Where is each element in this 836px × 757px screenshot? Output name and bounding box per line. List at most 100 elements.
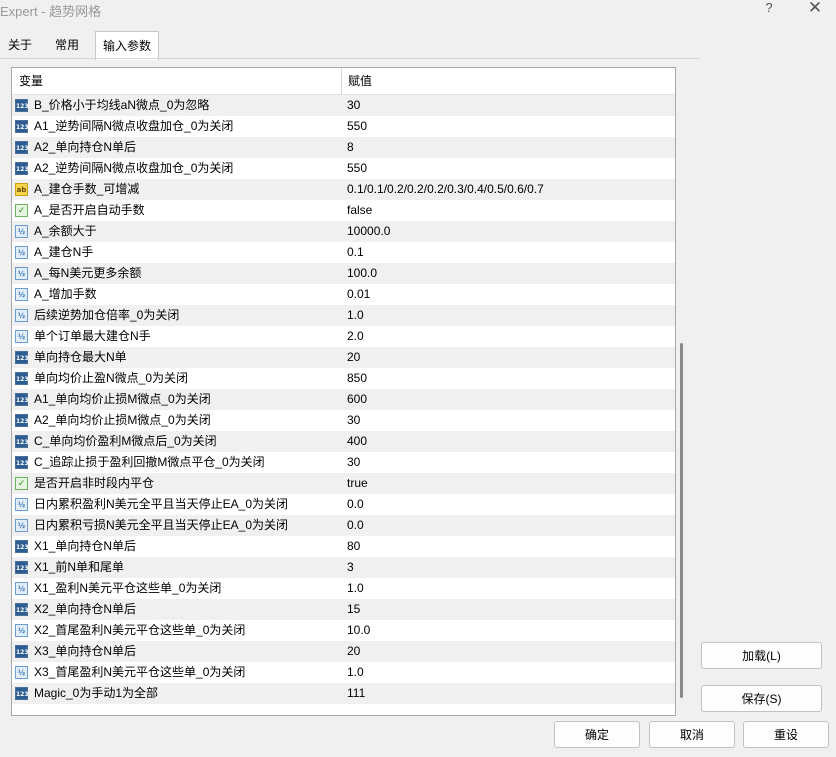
table-row[interactable]: 123 A2_单向持仓N单后 8 [12, 137, 675, 158]
parameter-name: X3_单向持仓N单后 [34, 644, 137, 658]
integer-type-icon: 123 [15, 645, 29, 658]
table-row[interactable]: 123 X1_单向持仓N单后 80 [12, 536, 675, 557]
integer-type-icon: 123 [15, 540, 29, 553]
save-button[interactable]: 保存(S) [701, 685, 822, 712]
parameter-value[interactable]: 10.0 [347, 620, 370, 641]
table-row[interactable]: ½ X2_首尾盈利N美元平仓这些单_0为关闭 10.0 [12, 620, 675, 641]
tab-common[interactable]: 常用 [47, 33, 87, 58]
table-row[interactable]: ½ A_增加手数 0.01 [12, 284, 675, 305]
integer-type-icon: 123 [15, 687, 29, 700]
scrollbar-thumb[interactable] [680, 343, 683, 698]
table-row[interactable]: ½ A_建仓N手 0.1 [12, 242, 675, 263]
parameter-name: X1_盈利N美元平仓这些单_0为关闭 [34, 581, 222, 595]
table-row[interactable]: ½ 后续逆势加仓倍率_0为关闭 1.0 [12, 305, 675, 326]
parameter-value[interactable]: 10000.0 [347, 221, 390, 242]
parameter-value[interactable]: 0.1/0.1/0.2/0.2/0.2/0.3/0.4/0.5/0.6/0.7 [347, 179, 544, 200]
parameter-name: 日内累积盈利N美元全平且当天停止EA_0为关闭 [34, 497, 289, 511]
table-row[interactable]: ½ 日内累积盈利N美元全平且当天停止EA_0为关闭 0.0 [12, 494, 675, 515]
column-header-variable[interactable]: 变量 [19, 68, 43, 94]
parameter-name: X3_首尾盈利N美元平仓这些单_0为关闭 [34, 665, 246, 679]
table-row[interactable]: ½ 单个订单最大建仓N手 2.0 [12, 326, 675, 347]
integer-type-icon: 123 [15, 351, 29, 364]
parameter-value[interactable]: 1.0 [347, 305, 364, 326]
parameter-value[interactable]: 0.01 [347, 284, 370, 305]
parameter-value[interactable]: 2.0 [347, 326, 364, 347]
double-type-icon: ½ [15, 498, 28, 511]
table-row[interactable]: ½ X3_首尾盈利N美元平仓这些单_0为关闭 1.0 [12, 662, 675, 683]
reset-button[interactable]: 重设 [743, 721, 829, 748]
table-row[interactable]: 123 A2_单向均价止损M微点_0为关闭 30 [12, 410, 675, 431]
parameter-name: 单个订单最大建仓N手 [34, 329, 151, 343]
table-row[interactable]: ½ 日内累积亏损N美元全平且当天停止EA_0为关闭 0.0 [12, 515, 675, 536]
ok-button[interactable]: 确定 [554, 721, 640, 748]
table-row[interactable]: 123 C_单向均价盈利M微点后_0为关闭 400 [12, 431, 675, 452]
parameter-value[interactable]: 550 [347, 158, 367, 179]
tab-inputs[interactable]: 输入参数 [95, 31, 159, 60]
parameter-value[interactable]: 3 [347, 557, 354, 578]
table-row[interactable]: ½ A_每N美元更多余额 100.0 [12, 263, 675, 284]
table-row[interactable]: 123 单向均价止盈N微点_0为关闭 850 [12, 368, 675, 389]
parameter-value[interactable]: false [347, 200, 372, 221]
parameter-value[interactable]: 111 [347, 683, 365, 704]
parameter-name: A_建仓N手 [34, 245, 94, 259]
parameters-table[interactable]: 变量 赋值 123 B_价格小于均线aN微点_0为忽略 30 123 A1_逆势间隔N微… [11, 67, 676, 716]
cancel-button[interactable]: 取消 [649, 721, 735, 748]
parameter-value[interactable]: true [347, 473, 368, 494]
integer-type-icon: 123 [15, 162, 29, 175]
table-row[interactable]: 123 X1_前N单和尾单 3 [12, 557, 675, 578]
parameter-name: A1_单向均价止损M微点_0为关闭 [34, 392, 211, 406]
table-row[interactable]: ✓ 是否开启非时段内平仓 true [12, 473, 675, 494]
parameter-value[interactable]: 1.0 [347, 662, 364, 683]
parameter-value[interactable]: 30 [347, 95, 360, 116]
parameter-value[interactable]: 30 [347, 452, 360, 473]
parameter-value[interactable]: 100.0 [347, 263, 377, 284]
string-type-icon: ab [15, 183, 28, 196]
parameter-value[interactable]: 8 [347, 137, 354, 158]
parameter-name: A_建仓手数_可增减 [34, 182, 140, 196]
parameter-value[interactable]: 850 [347, 368, 367, 389]
column-header-value[interactable]: 赋值 [348, 68, 372, 94]
double-type-icon: ½ [15, 267, 28, 280]
double-type-icon: ½ [15, 666, 28, 679]
parameter-value[interactable]: 0.0 [347, 494, 364, 515]
parameter-name: A_增加手数 [34, 287, 97, 301]
table-row[interactable]: 123 A1_单向均价止损M微点_0为关闭 600 [12, 389, 675, 410]
help-button[interactable]: ? [761, 0, 777, 15]
table-row[interactable]: ½ A_余额大于 10000.0 [12, 221, 675, 242]
tab-divider [0, 58, 700, 59]
integer-type-icon: 123 [15, 141, 29, 154]
load-button[interactable]: 加载(L) [701, 642, 822, 669]
double-type-icon: ½ [15, 624, 28, 637]
table-row[interactable]: ½ X1_盈利N美元平仓这些单_0为关闭 1.0 [12, 578, 675, 599]
parameter-value[interactable]: 20 [347, 641, 360, 662]
integer-type-icon: 123 [15, 435, 29, 448]
table-row[interactable]: 123 C_追踪止损于盈利回撤M微点平仓_0为关闭 30 [12, 452, 675, 473]
integer-type-icon: 123 [15, 120, 29, 133]
close-button[interactable]: ✕ [806, 0, 824, 18]
parameter-value[interactable]: 80 [347, 536, 360, 557]
table-row[interactable]: 123 Magic_0为手动1为全部 111 [12, 683, 675, 704]
parameter-value[interactable]: 550 [347, 116, 367, 137]
parameter-value[interactable]: 15 [347, 599, 360, 620]
table-row[interactable]: 123 单向持仓最大N单 20 [12, 347, 675, 368]
table-row[interactable]: 123 B_价格小于均线aN微点_0为忽略 30 [12, 95, 675, 116]
table-row[interactable]: 123 X2_单向持仓N单后 15 [12, 599, 675, 620]
table-row[interactable]: ab A_建仓手数_可增减 0.1/0.1/0.2/0.2/0.2/0.3/0.4/… [12, 179, 675, 200]
parameter-name: A_每N美元更多余额 [34, 266, 142, 280]
parameter-value[interactable]: 0.0 [347, 515, 364, 536]
table-row[interactable]: 123 A1_逆势间隔N微点收盘加仓_0为关闭 550 [12, 116, 675, 137]
table-row[interactable]: 123 X3_单向持仓N单后 20 [12, 641, 675, 662]
tab-about[interactable]: 关于 [0, 33, 40, 58]
parameter-value[interactable]: 20 [347, 347, 360, 368]
parameter-value[interactable]: 400 [347, 431, 367, 452]
parameter-value[interactable]: 600 [347, 389, 367, 410]
parameter-value[interactable]: 30 [347, 410, 360, 431]
parameter-name: A1_逆势间隔N微点收盘加仓_0为关闭 [34, 119, 234, 133]
parameter-value[interactable]: 0.1 [347, 242, 364, 263]
parameter-value[interactable]: 1.0 [347, 578, 364, 599]
parameter-name: 是否开启非时段内平仓 [34, 476, 155, 490]
table-row[interactable]: ✓ A_是否开启自动手数 false [12, 200, 675, 221]
tab-bar: 关于 常用 输入参数 [0, 31, 836, 60]
parameter-name: A2_单向均价止损M微点_0为关闭 [34, 413, 211, 427]
table-row[interactable]: 123 A2_逆势间隔N微点收盘加仓_0为关闭 550 [12, 158, 675, 179]
